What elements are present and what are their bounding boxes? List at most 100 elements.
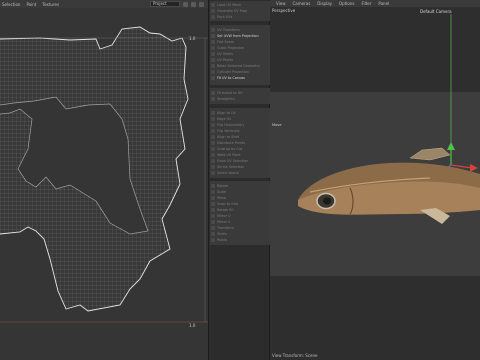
tool-label: Generate UV Map — [217, 8, 247, 13]
uv-toolbar: Project — [150, 0, 204, 8]
tool-icon — [211, 237, 215, 242]
tool-item[interactable]: Move — [211, 195, 268, 201]
tool-item[interactable]: Rotate — [211, 183, 268, 189]
tool-icon — [211, 213, 215, 218]
tool-label: Pack UVs — [217, 14, 233, 19]
uv-scale-bottom: 1.0 — [189, 323, 196, 328]
tool-item[interactable]: Distribute Points — [211, 140, 268, 146]
tool-icon — [211, 146, 215, 151]
tool-item[interactable]: Align to Shell — [211, 134, 268, 140]
tool-label: Shrink Selection — [217, 164, 245, 169]
menu-selection[interactable]: Selection — [2, 2, 20, 7]
tool-item[interactable]: Fit Island to UV — [211, 90, 268, 96]
tool-item[interactable]: Align to UV — [211, 110, 268, 116]
maximize-icon[interactable] — [199, 1, 204, 7]
tool-item[interactable]: Relax Selected Geometry — [211, 63, 268, 69]
lock-icon[interactable] — [183, 1, 188, 7]
tool-label: Shells — [217, 231, 228, 236]
tool-label: Rotate — [217, 183, 229, 188]
tool-label: Unwrap by Cut — [217, 146, 243, 151]
tool-icon — [211, 128, 215, 133]
menu-paint[interactable]: Paint — [26, 2, 36, 7]
uv-tools-panel: Load UV Mesh Generate UV Map Pack UVs UV Tr… — [208, 0, 270, 360]
tool-item[interactable]: Shrink Selection — [211, 164, 268, 170]
tool-icon — [211, 69, 215, 74]
tool-icon — [211, 189, 215, 194]
tool-icon — [211, 51, 215, 56]
tool-label: Distribute Points — [217, 140, 245, 145]
tool-item[interactable]: UV Peeler — [211, 57, 268, 63]
tool-item[interactable]: Unwrap by Cut — [211, 146, 268, 152]
tool-label: Points — [217, 237, 228, 242]
viewport-overlay — [298, 14, 480, 224]
tool-icon — [211, 8, 215, 13]
tool-item[interactable]: Flip Vertically — [211, 128, 268, 134]
tool-item[interactable]: Generate UV Map — [211, 8, 268, 14]
tool-icon — [211, 170, 215, 175]
tool-label: Cylinder Projection — [217, 69, 249, 74]
tool-item[interactable]: Transform — [211, 225, 268, 231]
tool-item[interactable]: UV Transform — [211, 27, 268, 33]
tool-label: Set UVW from Projection — [217, 33, 259, 38]
tool-item[interactable]: Flat Seam — [211, 39, 268, 45]
uv-editor-panel: Selection Paint Textures Project 1.0 1.0 — [0, 0, 208, 360]
tool-item[interactable]: Straighten — [211, 96, 268, 102]
tool-item[interactable]: Cubic Projection — [211, 45, 268, 51]
tool-label: Flip Horizontally — [217, 122, 245, 127]
tool-label: Snap to Grid — [217, 201, 239, 206]
tool-item[interactable]: UV Shells — [211, 51, 268, 57]
tool-icon — [211, 201, 215, 206]
tool-item[interactable]: Fit UV to Canvas — [211, 75, 268, 81]
tool-label: UV Peeler — [217, 57, 234, 62]
tool-icon — [211, 207, 215, 212]
tool-item[interactable]: Flip Horizontally — [211, 122, 268, 128]
tool-label: Grow UV Selection — [217, 158, 249, 163]
tool-item[interactable]: Scale — [211, 189, 268, 195]
uv-canvas[interactable]: 1.0 1.0 — [0, 9, 208, 360]
tool-label: Fit Island to UV — [217, 90, 243, 95]
tool-label: Align to UV — [217, 110, 236, 115]
menu-textures[interactable]: Textures — [42, 2, 59, 7]
tool-label: Relax Selected Geometry — [217, 63, 261, 68]
tool-label: Edge UV — [217, 116, 232, 121]
tool-icon — [211, 110, 215, 115]
tool-item[interactable]: Grow UV Selection — [211, 158, 268, 164]
tool-icon — [211, 96, 215, 101]
tool-item[interactable]: Pack UVs — [211, 14, 268, 20]
tool-label: Flat Seam — [217, 39, 234, 44]
tool-item[interactable]: Load UV Mesh — [211, 2, 268, 8]
tool-label: Scale — [217, 189, 227, 194]
view-transform-status: View Transform: Scene — [272, 353, 318, 358]
y-arrow-icon[interactable] — [447, 142, 455, 150]
tool-item[interactable]: Cylinder Projection — [211, 69, 268, 75]
tool-icon — [211, 39, 215, 44]
tool-item[interactable]: Mirror V — [211, 219, 268, 225]
tool-icon — [211, 33, 215, 38]
tool-item[interactable]: Weld UV Point — [211, 152, 268, 158]
fish-model[interactable] — [298, 147, 480, 224]
tool-icon — [211, 134, 215, 139]
tool-label: Move — [217, 195, 227, 200]
tool-item[interactable]: Mirror U — [211, 213, 268, 219]
tool-icon — [211, 195, 215, 200]
tool-label: UV Shells — [217, 51, 233, 56]
tool-label: Straighten — [217, 96, 235, 101]
tool-label: Fit UV to Canvas — [217, 75, 245, 80]
3d-viewport[interactable]: View Cameras Display Options Filter Pane… — [270, 0, 480, 360]
tool-icon — [211, 57, 215, 62]
tool-icon — [211, 140, 215, 145]
tool-icon — [211, 122, 215, 127]
tool-item[interactable]: Rotate 90 — [211, 207, 268, 213]
x-arrow-icon[interactable] — [470, 164, 478, 172]
project-dropdown-value: Project — [153, 1, 167, 6]
tool-item[interactable]: Edge UV — [211, 116, 268, 122]
tool-item[interactable]: Set UVW from Projection — [211, 33, 268, 39]
tool-icon — [211, 14, 215, 19]
tool-label: Align to Shell — [217, 134, 240, 139]
tool-item[interactable]: Select Island — [211, 170, 268, 176]
tool-item[interactable]: Snap to Grid — [211, 201, 268, 207]
project-dropdown[interactable]: Project — [150, 1, 180, 7]
grid-icon[interactable] — [191, 1, 196, 7]
tool-item[interactable]: Shells — [211, 231, 268, 237]
tool-item[interactable]: Points — [211, 237, 268, 243]
